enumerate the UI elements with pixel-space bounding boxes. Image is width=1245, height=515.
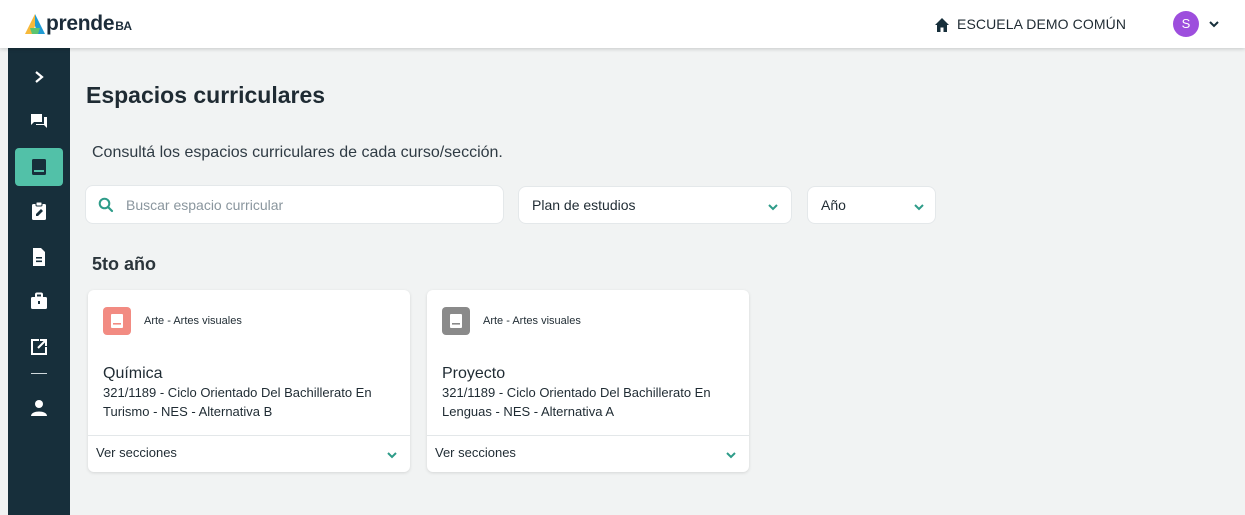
view-sections-button[interactable]: Ver secciones [96,445,177,460]
top-bar: prende BA ESCUELA DEMO COMÚN S [0,0,1245,48]
card-area: Arte - Artes visuales [144,315,242,327]
card-divider [88,435,410,436]
briefcase-icon [31,292,47,309]
sidebar-expand-button[interactable] [15,58,63,96]
sidebar-item-briefcase[interactable] [15,282,63,320]
chevron-down-icon[interactable] [1208,19,1220,29]
card-description: 321/1189 - Ciclo Orientado Del Bachiller… [103,385,372,419]
sidebar-item-messages[interactable] [15,102,63,140]
chat-icon [31,114,47,128]
sidebar-divider [31,373,47,374]
sidebar-item-assignments[interactable] [15,192,63,230]
logo-suffix: BA [115,18,132,33]
clipboard-edit-icon [32,201,46,220]
plan-select[interactable]: Plan de estudios [518,186,792,224]
page-subtitle: Consultá los espacios curriculares de ca… [92,144,503,161]
curricular-space-card[interactable]: Arte - Artes visuales Proyecto 321/1189 … [427,290,749,472]
chevron-down-icon [768,204,778,211]
chevron-right-icon [35,71,44,83]
book-icon [32,159,46,175]
sidebar-item-profile[interactable] [15,389,63,427]
aprende-ba-logo[interactable]: prende BA [24,11,132,37]
chevron-down-icon[interactable] [725,450,737,460]
card-area: Arte - Artes visuales [483,315,581,327]
card-subject-name: Química [103,365,163,382]
user-icon [31,400,47,416]
home-icon[interactable] [934,17,950,33]
school-name[interactable]: ESCUELA DEMO COMÚN [957,16,1126,32]
sidebar-item-external-link[interactable] [15,328,63,366]
search-box[interactable] [85,185,504,224]
card-divider [427,435,749,436]
sidebar-item-documents[interactable] [15,238,63,276]
card-subject-name: Proyecto [442,365,506,382]
search-input[interactable] [126,195,486,215]
year-select[interactable]: Año [807,186,936,224]
view-sections-button[interactable]: Ver secciones [435,445,516,460]
sidebar [8,48,70,515]
page-title: Espacios curriculares [86,82,326,108]
chevron-down-icon[interactable] [386,450,398,460]
logo-a-icon [25,14,45,34]
year-select-label: Año [821,197,846,213]
sidebar-item-curricular-spaces[interactable] [15,148,63,186]
search-icon [98,197,114,213]
card-description: 321/1189 - Ciclo Orientado Del Bachiller… [442,385,711,419]
document-icon [33,248,45,266]
logo-text: prende [46,12,115,35]
external-link-icon [31,339,47,355]
plan-select-label: Plan de estudios [532,197,636,213]
curricular-space-card[interactable]: Arte - Artes visuales Química 321/1189 -… [88,290,410,472]
subject-book-icon [103,307,131,335]
section-title: 5to año [92,254,157,274]
subject-book-icon [442,307,470,335]
avatar[interactable]: S [1173,11,1199,37]
chevron-down-icon [914,204,924,211]
